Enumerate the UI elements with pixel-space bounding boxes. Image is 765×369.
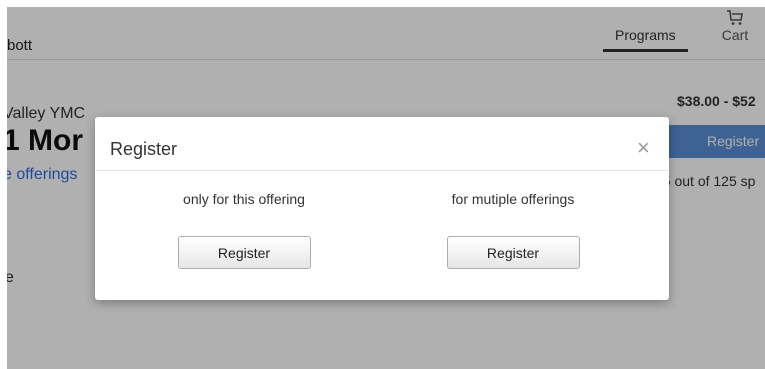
register-modal: Register × only for this offering Regist…	[95, 117, 669, 300]
modal-title: Register	[110, 139, 178, 159]
register-multiple-button[interactable]: Register	[446, 236, 580, 269]
register-single-button[interactable]: Register	[177, 236, 311, 269]
page: bott Programs Cart Valley YMC 1 Mor e of…	[7, 7, 765, 369]
option-label-single: only for this offering	[183, 191, 305, 207]
option-single-offering: only for this offering Register	[144, 191, 344, 269]
modal-header: Register ×	[95, 117, 669, 171]
option-multiple-offerings: for mutiple offerings Register	[413, 191, 613, 269]
option-label-multiple: for mutiple offerings	[451, 191, 575, 207]
close-icon[interactable]: ×	[637, 137, 650, 159]
